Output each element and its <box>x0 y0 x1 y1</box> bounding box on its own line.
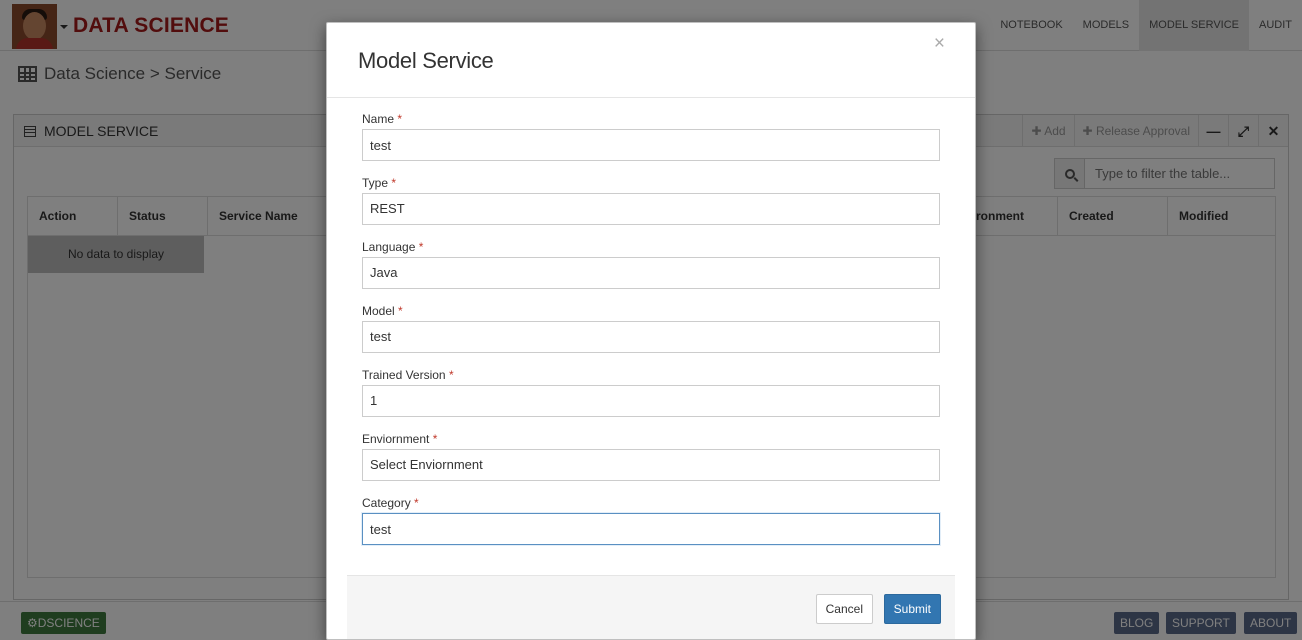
model-field-group: Model * test <box>362 304 941 368</box>
trained-version-label: Trained Version * <box>362 368 454 382</box>
name-field-group: Name * <box>362 112 941 176</box>
submit-button[interactable]: Submit <box>883 594 941 624</box>
environment-field-group: Enviornment * Select Enviornment <box>362 432 941 496</box>
language-select[interactable]: Java <box>362 257 940 289</box>
model-service-dialog: Model Service × Name * Type * REST Langu… <box>326 22 976 640</box>
type-field-group: Type * REST <box>362 176 941 240</box>
required-mark: * <box>448 368 454 382</box>
category-label: Category * <box>362 496 419 510</box>
type-label: Type * <box>362 176 397 190</box>
name-input[interactable] <box>362 129 940 161</box>
model-label: Model * <box>362 304 403 318</box>
required-mark: * <box>418 240 424 254</box>
trained-version-select[interactable]: 1 <box>362 385 940 417</box>
environment-label: Enviornment * <box>362 432 438 446</box>
name-label: Name * <box>362 112 403 126</box>
model-select[interactable]: test <box>362 321 940 353</box>
service-form: Name * Type * REST Language * Java Model… <box>362 112 941 560</box>
required-mark: * <box>398 304 403 318</box>
modal-header: Model Service × <box>327 23 975 98</box>
language-label: Language * <box>362 240 424 254</box>
modal-title: Model Service <box>358 48 494 73</box>
category-field-group: Category * <box>362 496 941 560</box>
required-mark: * <box>391 176 397 190</box>
required-mark: * <box>414 496 419 510</box>
type-select[interactable]: REST <box>362 193 940 225</box>
cancel-button[interactable]: Cancel <box>815 594 873 624</box>
category-input[interactable] <box>362 513 940 545</box>
environment-select[interactable]: Select Enviornment <box>362 449 940 481</box>
modal-footer: Cancel Submit <box>347 575 955 639</box>
required-mark: * <box>397 112 403 126</box>
required-mark: * <box>432 432 438 446</box>
trained-version-field-group: Trained Version * 1 <box>362 368 941 432</box>
language-field-group: Language * Java <box>362 240 941 304</box>
close-icon[interactable]: × <box>934 34 945 53</box>
